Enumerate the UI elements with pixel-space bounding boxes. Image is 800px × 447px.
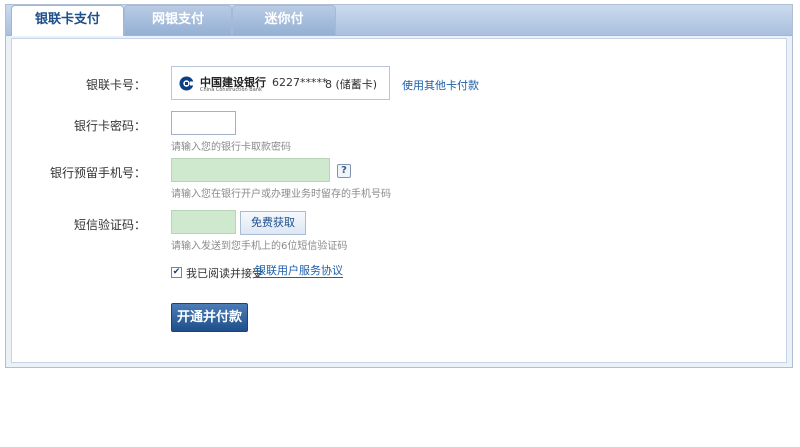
phone-hint: 请输入您在银行开户或办理业务时留存的手机号码 <box>171 189 391 200</box>
sms-code-input[interactable] <box>171 210 236 234</box>
sms-label: 短信验证码： <box>73 218 146 232</box>
card-number-masked: 6227***** <box>272 76 328 89</box>
tab-mini-pay[interactable]: 迷你付 <box>232 5 336 35</box>
password-label: 银行卡密码： <box>73 119 146 133</box>
payment-panel: 银联卡支付 网银支付 迷你付 银联卡号： 中国建设银行 China Constr… <box>5 4 793 368</box>
phone-label: 银行预留手机号： <box>49 166 146 180</box>
agree-text: 我已阅读并接受 <box>186 267 263 280</box>
agree-checkbox[interactable]: ✔ <box>171 267 182 278</box>
card-label: 银联卡号： <box>85 78 146 92</box>
service-agreement-link[interactable]: 银联用户服务协议 <box>255 265 343 278</box>
password-hint: 请输入您的银行卡取款密码 <box>171 142 291 153</box>
phone-input[interactable] <box>171 158 330 182</box>
get-sms-code-button[interactable]: 免费获取 <box>240 211 306 235</box>
sms-hint: 请输入发送到您手机上的6位短信验证码 <box>171 241 348 252</box>
bank-name-en: China Construction Bank <box>200 87 262 93</box>
form-area: 银联卡号： 中国建设银行 China Construction Bank 622… <box>11 38 787 363</box>
use-other-card-link[interactable]: 使用其他卡付款 <box>402 77 479 93</box>
tab-unionpay-card[interactable]: 银联卡支付 <box>11 5 124 36</box>
password-input[interactable] <box>171 111 236 135</box>
tab-online-banking[interactable]: 网银支付 <box>124 5 232 35</box>
card-display: 中国建设银行 China Construction Bank 6227*****… <box>171 66 390 100</box>
tab-bar: 银联卡支付 网银支付 迷你付 <box>6 5 792 36</box>
ccb-logo-icon <box>179 76 194 91</box>
card-number-tail: 8 (储蓄卡) <box>325 78 378 91</box>
help-icon[interactable]: ? <box>337 164 351 178</box>
activate-and-pay-button[interactable]: 开通并付款 <box>171 303 248 332</box>
